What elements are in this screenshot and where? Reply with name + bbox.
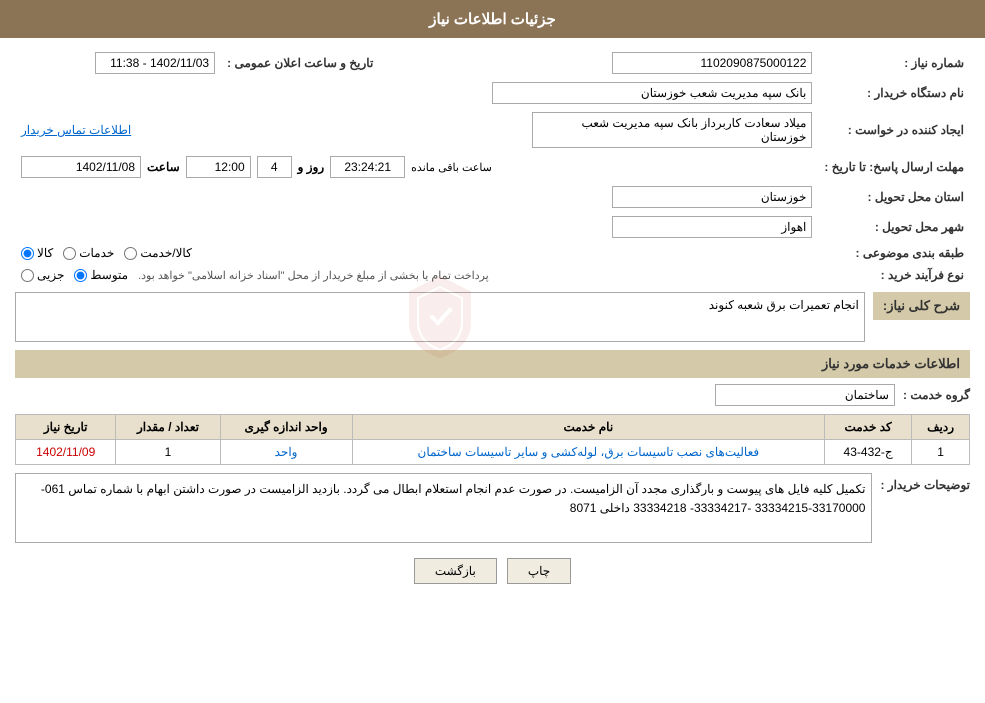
col-kod: کد خدمت	[825, 415, 912, 440]
services-table: ردیف کد خدمت نام خدمت واحد اندازه گیری ت…	[15, 414, 970, 465]
radio-motavassit-item: متوسط	[74, 268, 128, 282]
radio-kala[interactable]	[21, 247, 34, 260]
nam-dastgah-value: بانک سپه مدیریت شعب خوزستان	[15, 78, 818, 108]
roz-box: 4	[257, 156, 292, 178]
shomare-niaz-value: 1102090875000122	[409, 48, 818, 78]
cell-radif: 1	[912, 440, 970, 465]
tarikh-aalan-label: تاریخ و ساعت اعلان عمومی :	[221, 48, 379, 78]
radio-kala-khadamat-label: کالا/خدمت	[140, 246, 191, 260]
group-khadamat-box: ساختمان	[715, 384, 895, 406]
content-area: شماره نیاز : 1102090875000122 تاریخ و سا…	[0, 38, 985, 609]
ostan-label: استان محل تحویل :	[818, 182, 970, 212]
tarifbandi-radio: کالا خدمات کالا/خدمت	[15, 242, 818, 264]
sharh-section: شرح کلی نیاز: انجام تعمیرات برق شعبه کنو…	[15, 292, 970, 342]
nam-dastgah-label: نام دستگاه خریدار :	[818, 78, 970, 108]
farayand-note: پرداخت تمام یا بخشی از مبلغ خریدار از مح…	[138, 269, 489, 282]
table-row: 1 ج-432-43 فعالیت‌های نصب تاسیسات برق، ل…	[16, 440, 970, 465]
description-label: توضیحات خریدار :	[880, 473, 970, 492]
ijad-konande-value: میلاد سعادت کاربرداز بانک سپه مدیریت شعب…	[379, 108, 818, 152]
group-service-row: گروه خدمت : ساختمان	[15, 384, 970, 406]
radio-kala-item: کالا	[21, 246, 53, 260]
mohlat-ersal-row: 1402/11/08 ساعت 12:00 4 روز و 23:24:21 س…	[15, 152, 818, 182]
description-box: تکمیل کلیه فایل های پیوست و بارگذاری مجد…	[15, 473, 872, 543]
saat-label: ساعت	[147, 160, 180, 174]
mohlat-ersal-label: مهلت ارسال پاسخ: تا تاریخ :	[818, 152, 970, 182]
ijad-konande-box: میلاد سعادت کاربرداز بانک سپه مدیریت شعب…	[532, 112, 812, 148]
radio-jozee-item: جزیی	[21, 268, 64, 282]
saat-box: 12:00	[186, 156, 251, 178]
chap-button[interactable]: چاپ	[507, 558, 571, 584]
col-tarikh: تاریخ نیاز	[16, 415, 116, 440]
shomare-niaz-label: شماره نیاز :	[818, 48, 970, 78]
sharh-label: شرح کلی نیاز:	[873, 292, 970, 320]
farayand-row: جزیی متوسط پرداخت تمام یا بخشی از مبلغ خ…	[21, 268, 812, 282]
page-wrapper: جزئیات اطلاعات نیاز شماره نیاز : 1102090…	[0, 0, 985, 703]
shahr-box: اهواز	[612, 216, 812, 238]
ostan-box: خوزستان	[612, 186, 812, 208]
shomare-niaz-box: 1102090875000122	[612, 52, 812, 74]
radio-kala-label: کالا	[37, 246, 53, 260]
date-box: 1402/11/08	[21, 156, 141, 178]
shahr-value: اهواز	[15, 212, 818, 242]
page-title: جزئیات اطلاعات نیاز	[0, 0, 985, 38]
bazgasht-button[interactable]: بازگشت	[414, 558, 497, 584]
radio-khadamat[interactable]	[63, 247, 76, 260]
services-section-title: اطلاعات خدمات مورد نیاز	[15, 350, 970, 378]
radio-jozee-label: جزیی	[37, 268, 64, 282]
radio-khadamat-item: خدمات	[63, 246, 114, 260]
radio-kala-khadamat[interactable]	[124, 247, 137, 260]
radio-jozee[interactable]	[21, 269, 34, 282]
nam-dastgah-box: بانک سپه مدیریت شعب خوزستان	[492, 82, 812, 104]
col-vahed: واحد اندازه گیری	[220, 415, 352, 440]
radio-kala-khadamat-item: کالا/خدمت	[124, 246, 191, 260]
info-table-top: شماره نیاز : 1102090875000122 تاریخ و سا…	[15, 48, 970, 286]
description-text: تکمیل کلیه فایل های پیوست و بارگذاری مجد…	[41, 482, 866, 515]
cell-tedad: 1	[116, 440, 220, 465]
countdown-box: 23:24:21	[330, 156, 405, 178]
tarikh-aalan-box: 1402/11/03 - 11:38	[95, 52, 215, 74]
cell-nam: فعالیت‌های نصب تاسیسات برق، لوله‌کشی و س…	[352, 440, 824, 465]
sharh-text: انجام تعمیرات برق شعبه کنوند	[709, 298, 859, 312]
ittilaat-tamas-link[interactable]: اطلاعات تماس خریدار	[21, 123, 131, 137]
col-nam: نام خدمت	[352, 415, 824, 440]
cell-tarikh: 1402/11/09	[16, 440, 116, 465]
col-tedad: تعداد / مقدار	[116, 415, 220, 440]
tarifbandi-label: طبقه بندی موضوعی :	[818, 242, 970, 264]
ijad-konande-label: ایجاد کننده در خواست :	[818, 108, 970, 152]
tarifbandi-radio-group: کالا خدمات کالا/خدمت	[21, 246, 812, 260]
va-roz-label: روز و	[298, 160, 325, 174]
col-radif: ردیف	[912, 415, 970, 440]
radio-motavassit-label: متوسط	[90, 268, 128, 282]
radio-motavassit[interactable]	[74, 269, 87, 282]
shahr-label: شهر محل تحویل :	[818, 212, 970, 242]
now-farayand-label: نوع فرآیند خرید :	[818, 264, 970, 286]
tarikh-aalan-value: 1402/11/03 - 11:38	[15, 48, 221, 78]
radio-khadamat-label: خدمات	[79, 246, 114, 260]
bottom-buttons: چاپ بازگشت	[15, 558, 970, 584]
desc-section: توضیحات خریدار : تکمیل کلیه فایل های پیو…	[15, 473, 970, 543]
baqi-mande-label: ساعت باقی مانده	[411, 161, 492, 174]
sharh-box: انجام تعمیرات برق شعبه کنوند	[15, 292, 865, 342]
cell-vahed: واحد	[220, 440, 352, 465]
group-khadamat-label: گروه خدمت :	[903, 388, 970, 402]
cell-kod: ج-432-43	[825, 440, 912, 465]
ostan-value: خوزستان	[15, 182, 818, 212]
date-row: 1402/11/08 ساعت 12:00 4 روز و 23:24:21 س…	[21, 156, 812, 178]
now-farayand-row: جزیی متوسط پرداخت تمام یا بخشی از مبلغ خ…	[15, 264, 818, 286]
